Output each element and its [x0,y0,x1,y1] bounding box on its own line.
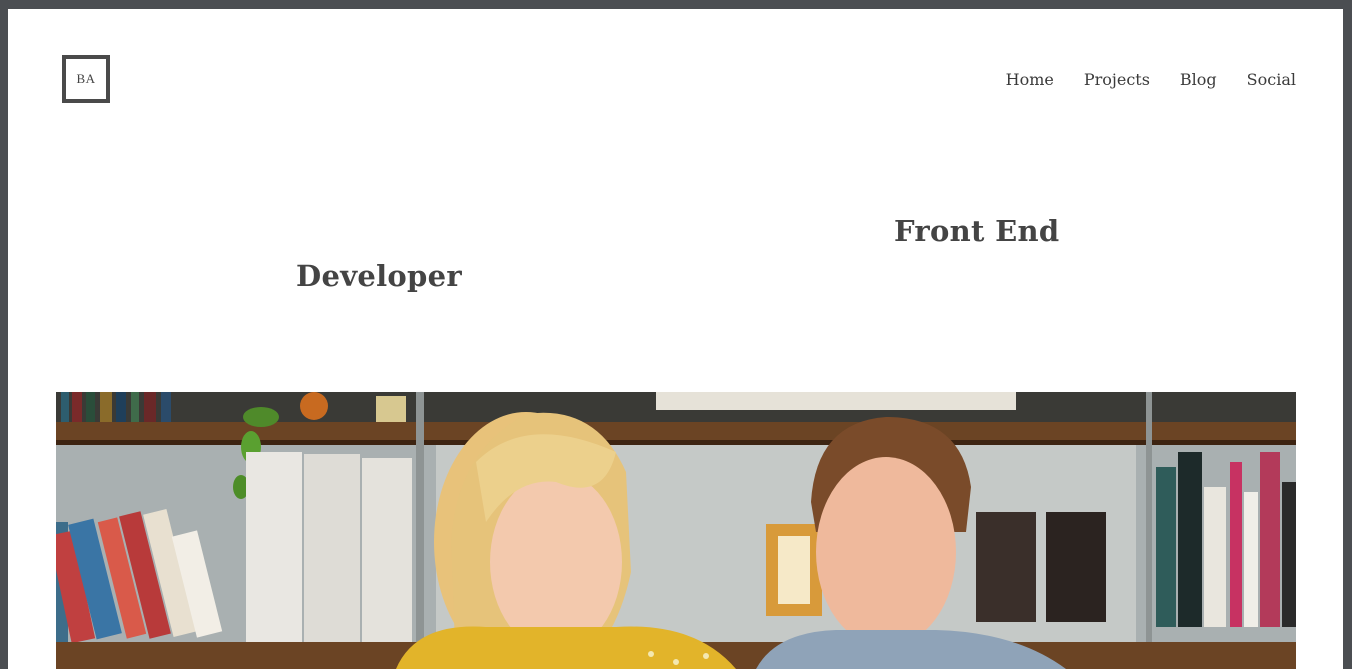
hero-photo-illustration [56,392,1296,669]
nav-blog[interactable]: Blog [1180,70,1217,89]
nav-projects[interactable]: Projects [1084,70,1150,89]
hero-photo [56,392,1296,669]
page: BA Home Projects Blog Social Front End D… [8,9,1343,669]
nav-home[interactable]: Home [1006,70,1054,89]
site-logo[interactable]: BA [62,55,110,103]
headline-developer: Developer [296,259,462,293]
nav-social[interactable]: Social [1247,70,1296,89]
main-nav: Home Projects Blog Social [1006,70,1296,89]
logo-text: BA [76,71,96,86]
headline-front-end: Front End [894,214,1060,248]
